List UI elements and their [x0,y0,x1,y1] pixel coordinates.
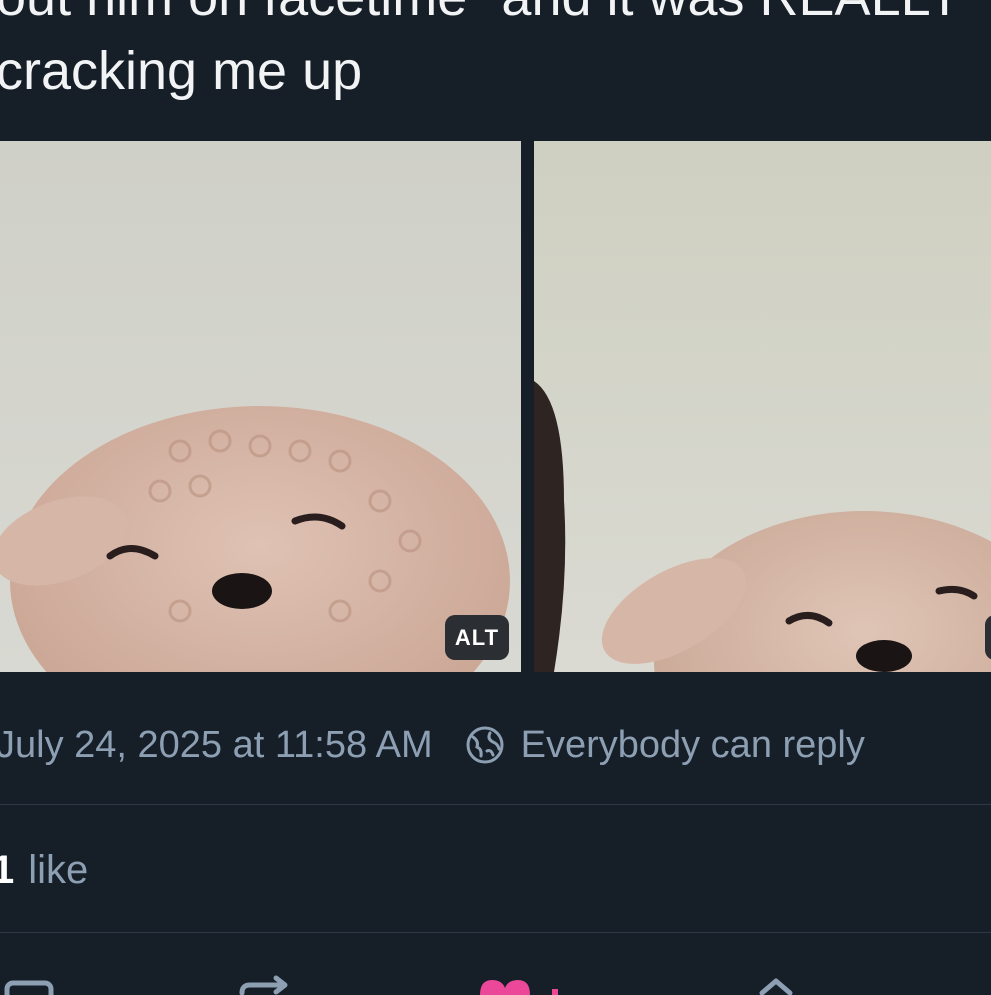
alt-badge[interactable]: ALT [445,615,509,660]
post-meta: July 24, 2025 at 11:58 AM Everybody can … [0,720,865,770]
likes-count: 1 [0,847,15,892]
reply-icon[interactable] [4,975,54,995]
image-2[interactable] [534,141,991,672]
divider-2 [0,932,991,933]
globe-icon [466,726,504,764]
post-text-line-2: cracking me up [0,41,363,101]
reply-setting[interactable]: Everybody can reply [521,724,865,767]
alt-badge-2[interactable] [985,615,991,660]
likes-row[interactable]: 1 like [0,845,88,895]
likes-label: like [28,847,89,892]
post-text-line-1: out him on facetime" and it was REALLY [0,0,991,34]
like-icon[interactable] [476,975,566,995]
repost-icon[interactable] [236,975,296,995]
media-grid [0,141,991,672]
timestamp[interactable]: July 24, 2025 at 11:58 AM [0,724,433,767]
share-icon[interactable] [754,975,804,995]
image-1[interactable] [0,141,521,672]
post-text: out him on facetime" and it was REALLY c… [0,0,991,108]
divider-1 [0,804,991,805]
